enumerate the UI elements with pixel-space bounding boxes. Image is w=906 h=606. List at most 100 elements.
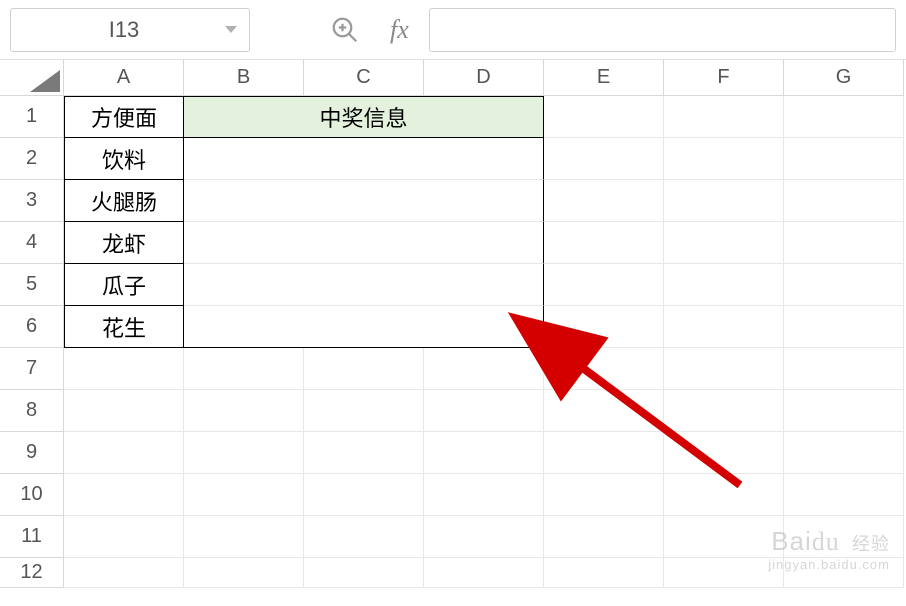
cell[interactable] bbox=[544, 474, 664, 516]
cell-G3[interactable] bbox=[784, 180, 904, 222]
cell[interactable] bbox=[664, 516, 784, 558]
cell[interactable] bbox=[784, 432, 904, 474]
cell-E6[interactable] bbox=[544, 306, 664, 348]
cell-A5[interactable]: 瓜子 bbox=[64, 264, 184, 306]
cell[interactable] bbox=[784, 390, 904, 432]
cell[interactable] bbox=[184, 432, 304, 474]
cell[interactable] bbox=[304, 348, 424, 390]
cell[interactable] bbox=[544, 516, 664, 558]
zoom-icon[interactable] bbox=[330, 15, 360, 45]
cell[interactable] bbox=[184, 390, 304, 432]
select-all-corner[interactable] bbox=[0, 60, 64, 96]
cell-G1[interactable] bbox=[784, 96, 904, 138]
col-header-E[interactable]: E bbox=[544, 60, 664, 96]
cell[interactable] bbox=[784, 348, 904, 390]
fx-group: fx bbox=[330, 15, 409, 45]
cell-B5D5[interactable] bbox=[184, 264, 544, 306]
col-header-B[interactable]: B bbox=[184, 60, 304, 96]
cell-A3[interactable]: 火腿肠 bbox=[64, 180, 184, 222]
cell-F1[interactable] bbox=[664, 96, 784, 138]
cell-A6[interactable]: 花生 bbox=[64, 306, 184, 348]
cell[interactable] bbox=[544, 432, 664, 474]
row-header[interactable]: 11 bbox=[0, 516, 64, 558]
row-header[interactable]: 10 bbox=[0, 474, 64, 516]
cell-B3D3[interactable] bbox=[184, 180, 544, 222]
row-header[interactable]: 4 bbox=[0, 222, 64, 264]
cell-B2D2[interactable] bbox=[184, 138, 544, 180]
cell[interactable] bbox=[184, 516, 304, 558]
cell[interactable] bbox=[424, 558, 544, 588]
row-header[interactable]: 6 bbox=[0, 306, 64, 348]
cell[interactable] bbox=[184, 474, 304, 516]
formula-input[interactable] bbox=[429, 8, 896, 52]
row-header[interactable]: 7 bbox=[0, 348, 64, 390]
cell[interactable] bbox=[784, 474, 904, 516]
cell[interactable] bbox=[664, 558, 784, 588]
cell-A1[interactable]: 方便面 bbox=[64, 96, 184, 138]
col-header-D[interactable]: D bbox=[424, 60, 544, 96]
cell-B4D4[interactable] bbox=[184, 222, 544, 264]
cell[interactable] bbox=[64, 516, 184, 558]
cell[interactable] bbox=[64, 390, 184, 432]
row-header[interactable]: 5 bbox=[0, 264, 64, 306]
cell[interactable] bbox=[184, 348, 304, 390]
cell[interactable] bbox=[184, 558, 304, 588]
cell-reference: I13 bbox=[23, 17, 225, 43]
row-header[interactable]: 12 bbox=[0, 558, 64, 588]
cell-E2[interactable] bbox=[544, 138, 664, 180]
cell-G4[interactable] bbox=[784, 222, 904, 264]
col-header-C[interactable]: C bbox=[304, 60, 424, 96]
cell[interactable] bbox=[664, 390, 784, 432]
cell-merged-B1D1[interactable]: 中奖信息 bbox=[184, 96, 544, 138]
row-header[interactable]: 2 bbox=[0, 138, 64, 180]
cell-F2[interactable] bbox=[664, 138, 784, 180]
cell[interactable] bbox=[664, 474, 784, 516]
row-header[interactable]: 1 bbox=[0, 96, 64, 138]
row-header[interactable]: 3 bbox=[0, 180, 64, 222]
cell[interactable] bbox=[304, 390, 424, 432]
cell[interactable] bbox=[64, 474, 184, 516]
col-header-A[interactable]: A bbox=[64, 60, 184, 96]
cell-F6[interactable] bbox=[664, 306, 784, 348]
cell[interactable] bbox=[544, 390, 664, 432]
cell[interactable] bbox=[424, 474, 544, 516]
fx-label[interactable]: fx bbox=[390, 15, 409, 45]
cell[interactable] bbox=[304, 516, 424, 558]
cell-G5[interactable] bbox=[784, 264, 904, 306]
cell[interactable] bbox=[64, 348, 184, 390]
cell[interactable] bbox=[424, 516, 544, 558]
cell-B6D6[interactable] bbox=[184, 306, 544, 348]
cell[interactable] bbox=[424, 432, 544, 474]
cell-E5[interactable] bbox=[544, 264, 664, 306]
cell-E3[interactable] bbox=[544, 180, 664, 222]
cell-F3[interactable] bbox=[664, 180, 784, 222]
cell[interactable] bbox=[424, 390, 544, 432]
cell[interactable] bbox=[304, 558, 424, 588]
table-row: 3 火腿肠 bbox=[0, 180, 906, 222]
cell[interactable] bbox=[784, 516, 904, 558]
cell[interactable] bbox=[544, 558, 664, 588]
col-header-F[interactable]: F bbox=[664, 60, 784, 96]
cell[interactable] bbox=[424, 348, 544, 390]
col-header-G[interactable]: G bbox=[784, 60, 904, 96]
row-header[interactable]: 9 bbox=[0, 432, 64, 474]
cell[interactable] bbox=[64, 558, 184, 588]
cell-G2[interactable] bbox=[784, 138, 904, 180]
cell[interactable] bbox=[304, 474, 424, 516]
cell[interactable] bbox=[784, 558, 904, 588]
cell-E1[interactable] bbox=[544, 96, 664, 138]
cell[interactable] bbox=[64, 432, 184, 474]
cell-G6[interactable] bbox=[784, 306, 904, 348]
cell-F5[interactable] bbox=[664, 264, 784, 306]
cell-E4[interactable] bbox=[544, 222, 664, 264]
cell[interactable] bbox=[664, 432, 784, 474]
cell[interactable] bbox=[664, 348, 784, 390]
cell-F4[interactable] bbox=[664, 222, 784, 264]
name-box[interactable]: I13 bbox=[10, 8, 250, 52]
cell-A4[interactable]: 龙虾 bbox=[64, 222, 184, 264]
cell[interactable] bbox=[544, 348, 664, 390]
cell-A2[interactable]: 饮料 bbox=[64, 138, 184, 180]
cell[interactable] bbox=[304, 432, 424, 474]
chevron-down-icon[interactable] bbox=[225, 26, 237, 33]
row-header[interactable]: 8 bbox=[0, 390, 64, 432]
